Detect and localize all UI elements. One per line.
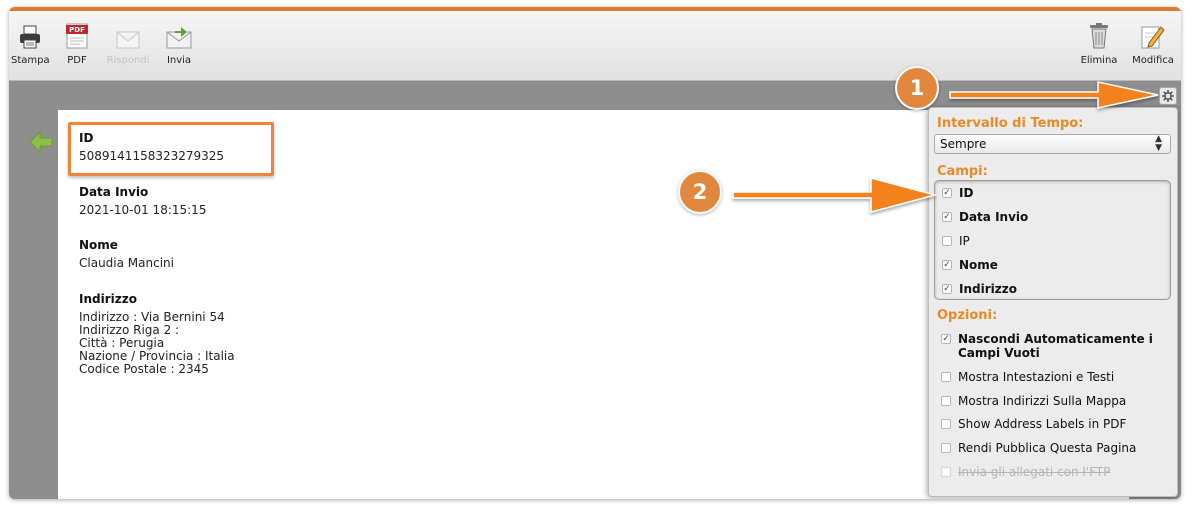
option-label: Rendi Pubblica Questa Pagina (958, 441, 1137, 455)
field-checkbox-label: ID (959, 186, 974, 200)
field-data-invio: Data Invio 2021-10-01 18:15:15 (79, 185, 206, 217)
envelope-icon (105, 19, 151, 49)
checkbox-disabled-icon (941, 467, 951, 477)
field-checkbox-nome[interactable]: ✓ Nome (942, 258, 998, 272)
print-label: Stampa (11, 55, 50, 66)
time-range-value: Sempre (940, 137, 987, 151)
time-range-title: Intervallo di Tempo: (937, 116, 1084, 131)
edit-pencil-icon (1129, 19, 1177, 49)
callout-2-arrow (732, 177, 938, 213)
field-checkbox-indirizzo[interactable]: ✓ Indirizzo (942, 282, 1017, 296)
send-button[interactable]: Invia (163, 19, 195, 66)
checkbox-unchecked-icon (941, 372, 951, 382)
field-data-invio-label: Data Invio (79, 185, 149, 199)
checkbox-checked-icon: ✓ (941, 334, 951, 344)
option-address-labels-pdf[interactable]: Show Address Labels in PDF (941, 417, 1126, 431)
address-line: Codice Postale : 2345 (79, 362, 209, 376)
back-arrow-icon[interactable] (29, 130, 53, 157)
select-arrows-icon: ▲ ▼ (1155, 134, 1162, 153)
checkbox-checked-icon: ✓ (942, 284, 952, 294)
field-checkbox-label: Indirizzo (959, 282, 1017, 296)
option-label: Invia gli allegati con l'FTP (958, 465, 1111, 479)
pdf-icon: PDF (61, 19, 93, 49)
send-mail-icon (163, 19, 195, 49)
callout-2: 2 (678, 170, 722, 214)
field-checkbox-label: Nome (959, 258, 998, 272)
field-data-invio-value: 2021-10-01 18:15:15 (79, 203, 207, 217)
checkbox-unchecked-icon (941, 443, 951, 453)
options-title: Opzioni: (937, 308, 998, 323)
option-label: Nascondi Automaticamente i Campi Vuoti (958, 332, 1153, 360)
fields-list: ✓ ID ✓ Data Invio IP ✓ Nome ✓ Indirizzo (934, 180, 1171, 300)
time-range-select[interactable]: Sempre ▲ ▼ (934, 134, 1171, 154)
delete-button[interactable]: Elimina (1077, 19, 1121, 66)
option-label: Mostra Indirizzi Sulla Mappa (958, 394, 1127, 408)
checkbox-checked-icon: ✓ (942, 260, 952, 270)
checkbox-unchecked-icon (941, 419, 951, 429)
delete-label: Elimina (1080, 55, 1118, 66)
option-label: Mostra Intestazioni e Testi (958, 370, 1115, 384)
field-indirizzo: Indirizzo Indirizzo : Via Bernini 54 Ind… (79, 292, 235, 376)
field-checkbox-id[interactable]: ✓ ID (942, 186, 973, 200)
checkbox-unchecked-icon (941, 396, 951, 406)
pdf-label: PDF (67, 55, 87, 66)
edit-button[interactable]: Modifica (1129, 19, 1177, 66)
option-show-map[interactable]: Mostra Indirizzi Sulla Mappa (941, 394, 1126, 408)
option-label: Show Address Labels in PDF (958, 417, 1127, 431)
checkbox-checked-icon: ✓ (942, 212, 952, 222)
checkbox-checked-icon: ✓ (942, 188, 952, 198)
fields-title: Campi: (937, 164, 988, 179)
field-nome-label: Nome (79, 238, 118, 252)
printer-icon (11, 19, 49, 49)
id-highlight-box (68, 122, 274, 176)
pdf-button[interactable]: PDF PDF (61, 19, 93, 66)
toolbar: Stampa PDF PDF Rispondi Invia Elimina Mo… (9, 11, 1181, 81)
field-checkbox-data-invio[interactable]: ✓ Data Invio (942, 210, 1028, 224)
edit-label: Modifica (1132, 55, 1174, 66)
callout-1-arrow (949, 81, 1159, 109)
option-ftp-attachments: Invia gli allegati con l'FTP (941, 465, 1110, 479)
settings-panel: Intervallo di Tempo: Sempre ▲ ▼ Campi: ✓ … (928, 107, 1178, 497)
checkbox-unchecked-icon (942, 236, 952, 246)
trash-icon (1077, 19, 1121, 49)
send-label: Invia (166, 55, 192, 66)
callout-1: 1 (895, 66, 939, 110)
reply-button[interactable]: Rispondi (105, 19, 151, 66)
field-checkbox-label: Data Invio (959, 210, 1029, 224)
field-indirizzo-label: Indirizzo (79, 292, 137, 306)
option-make-public[interactable]: Rendi Pubblica Questa Pagina (941, 441, 1136, 455)
reply-label: Rispondi (106, 55, 150, 66)
field-checkbox-ip[interactable]: IP (942, 234, 970, 248)
field-nome-value: Claudia Mancini (79, 256, 174, 270)
print-button[interactable]: Stampa (11, 19, 50, 66)
option-show-headers[interactable]: Mostra Intestazioni e Testi (941, 370, 1114, 384)
field-checkbox-label: IP (959, 234, 970, 248)
option-hide-empty-fields[interactable]: ✓ Nascondi Automaticamente i Campi Vuoti (941, 332, 1161, 360)
field-nome: Nome Claudia Mancini (79, 238, 174, 270)
svg-text:PDF: PDF (69, 26, 85, 34)
